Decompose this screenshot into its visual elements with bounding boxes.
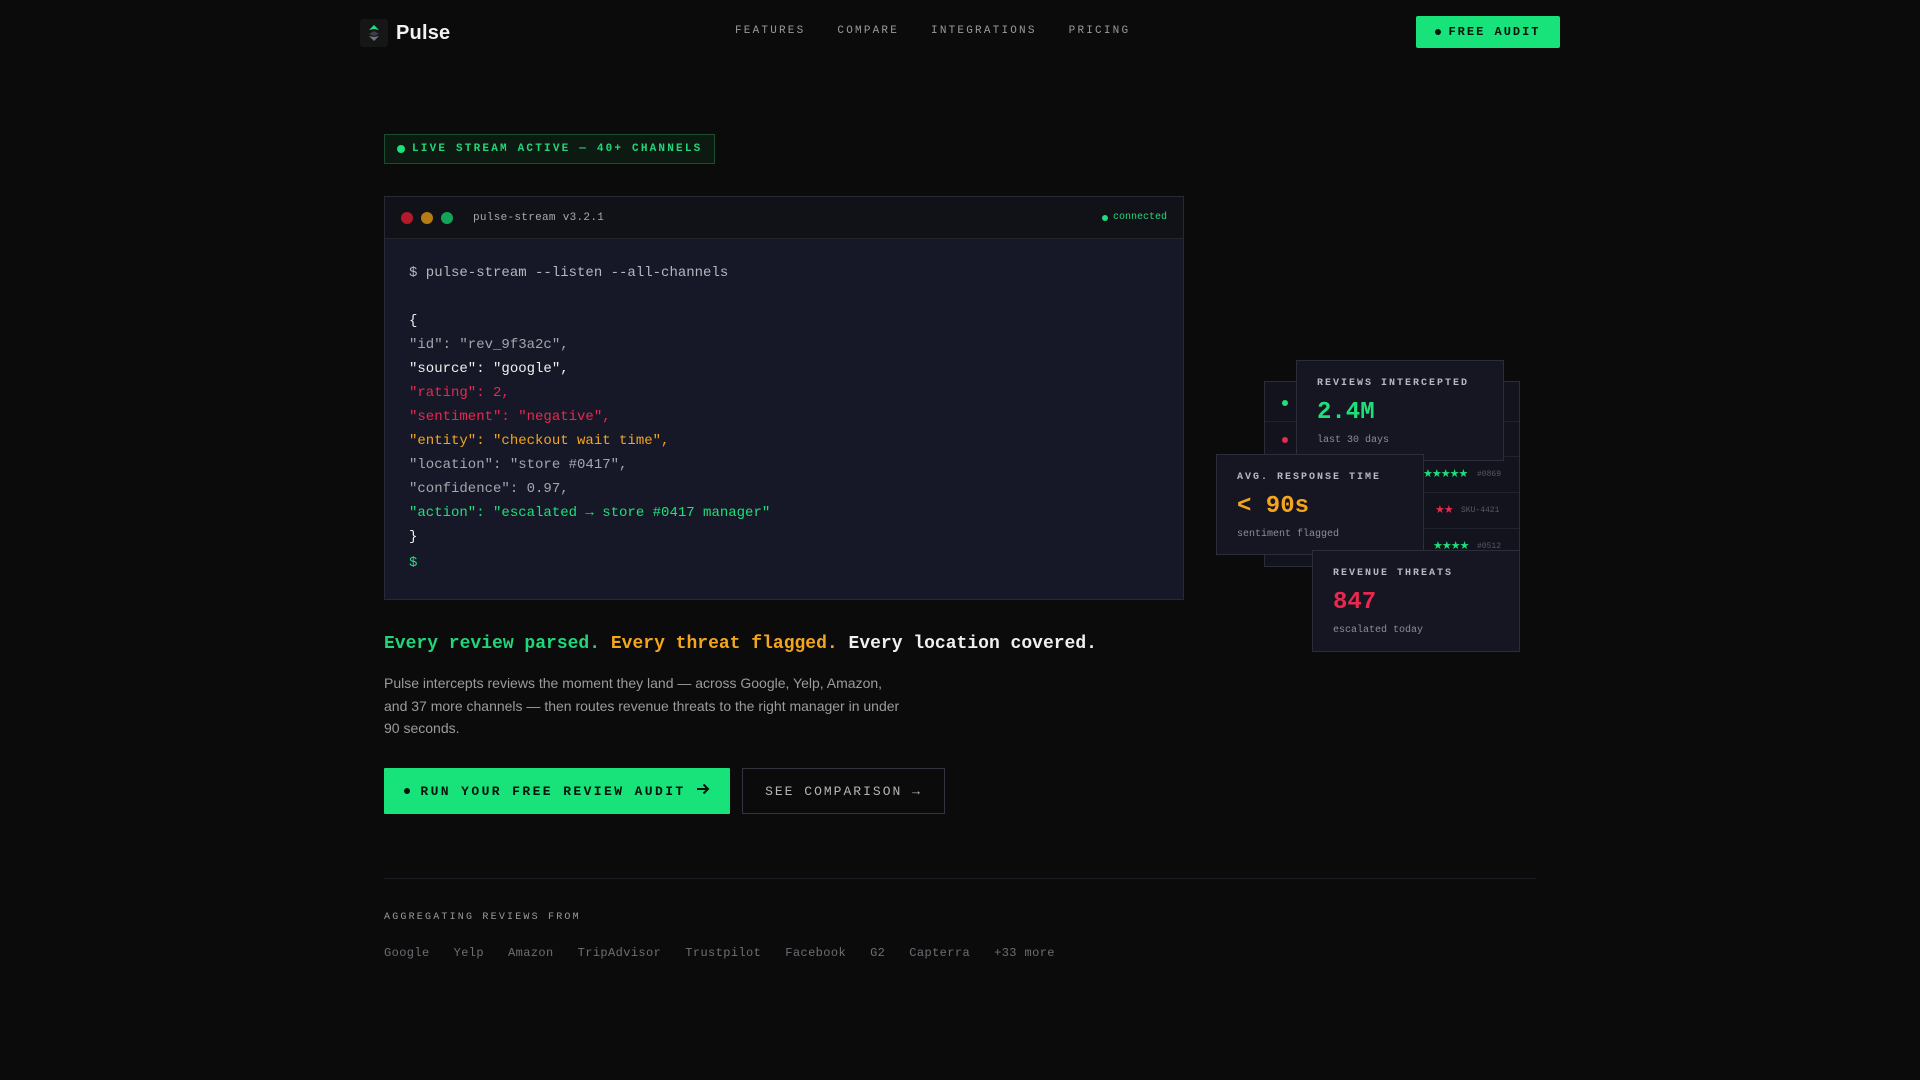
terminal-prompt: $ xyxy=(409,555,418,571)
channel-item: Trustpilot xyxy=(685,946,762,960)
json-entity-line: "entity": "checkout wait time", xyxy=(409,433,670,449)
nav-link-compare[interactable]: COMPARE xyxy=(837,25,899,37)
json-location-line: "location": "store #0417", xyxy=(409,457,628,473)
json-sentiment-line: "sentiment": "negative", xyxy=(409,409,611,425)
channel-item: G2 xyxy=(870,946,886,960)
window-close-dot-icon xyxy=(401,211,413,224)
feed-row-stars: ★★ xyxy=(1435,504,1454,516)
nav-link-pricing[interactable]: PRICING xyxy=(1069,25,1131,37)
json-id-line: "id": "rev_9f3a2c", xyxy=(409,337,569,353)
stat-label: REVIEWS INTERCEPTED xyxy=(1317,378,1470,389)
feed-row-store: #0869 xyxy=(1477,470,1502,479)
json-open-brace: { xyxy=(409,313,418,329)
feed-alert-dot-icon xyxy=(1282,437,1288,443)
stat-label: AVG. RESPONSE TIME xyxy=(1237,472,1382,483)
json-rating-line: "rating": 2, xyxy=(409,385,510,401)
top-nav: Pulse FEATURES COMPARE INTEGRATIONS PRIC… xyxy=(0,0,1920,64)
json-source-line: "source": "google", xyxy=(409,361,569,377)
feed-row-store: SKU-4421 xyxy=(1461,506,1500,515)
section-divider xyxy=(384,878,1536,879)
stat-value: 2.4M xyxy=(1317,399,1375,426)
hero-lead-paragraph: Pulse intercepts reviews the moment they… xyxy=(384,675,900,736)
brand-name: Pulse xyxy=(396,21,451,44)
connection-status: connected xyxy=(1101,212,1167,223)
stat-value: < 90s xyxy=(1237,493,1310,520)
brand-logo-link[interactable]: Pulse xyxy=(360,19,450,47)
dot-icon xyxy=(1435,29,1442,35)
hero-headline: Every review parsed. Every threat flagge… xyxy=(384,634,1097,654)
stat-value: 847 xyxy=(1333,589,1377,616)
window-minimize-dot-icon xyxy=(421,211,433,224)
stat-card-revenue-threats: REVENUE THREATS 847 escalated today xyxy=(1312,550,1520,652)
stat-card-reviews-intercepted: REVIEWS INTERCEPTED 2.4M last 30 days xyxy=(1296,360,1504,461)
nav-link-features[interactable]: FEATURES xyxy=(735,25,805,37)
channel-item: Amazon xyxy=(508,946,554,960)
channel-item: Yelp xyxy=(453,946,485,960)
headline-part-flagged: Every threat flagged. xyxy=(610,634,838,654)
channel-item: Facebook xyxy=(785,946,847,960)
pulse-logo-icon xyxy=(360,19,388,47)
stat-card-response-time: AVG. RESPONSE TIME < 90s sentiment flagg… xyxy=(1216,454,1424,555)
nav-links: FEATURES COMPARE INTEGRATIONS PRICING xyxy=(735,25,1130,37)
see-comparison-button[interactable]: SEE COMPARISON → xyxy=(742,768,945,814)
run-audit-label: RUN YOUR FREE REVIEW AUDIT xyxy=(420,783,686,799)
connection-status-label: connected xyxy=(1112,212,1167,223)
json-confidence-line: "confidence": 0.97, xyxy=(409,481,569,497)
run-free-review-audit-button[interactable]: RUN YOUR FREE REVIEW AUDIT xyxy=(384,768,730,814)
live-status-dot-icon xyxy=(397,145,405,153)
json-close-brace: } xyxy=(409,529,418,545)
terminal-titlebar: pulse-stream v3.2.1 connected xyxy=(385,197,1183,239)
connected-dot-icon xyxy=(1101,214,1108,221)
free-audit-label: FREE AUDIT xyxy=(1448,25,1541,39)
terminal-title: pulse-stream v3.2.1 xyxy=(473,211,605,224)
channel-list: Google Yelp Amazon TripAdvisor Trustpilo… xyxy=(384,946,1055,960)
live-stream-label: LIVE STREAM ACTIVE — 40+ CHANNELS xyxy=(412,143,703,155)
channel-item: Google xyxy=(384,946,430,960)
window-maximize-dot-icon xyxy=(441,211,453,224)
feed-row-stars: ★★★★★ xyxy=(1423,468,1468,480)
nav-link-integrations[interactable]: INTEGRATIONS xyxy=(931,25,1037,37)
terminal-window: pulse-stream v3.2.1 connected $ pulse-st… xyxy=(384,196,1184,600)
json-action-line: "action": "escalated → store #0417 manag… xyxy=(409,505,771,521)
aggregating-label: AGGREGATING REVIEWS FROM xyxy=(384,912,581,923)
feed-live-dot-icon xyxy=(1282,400,1288,406)
headline-part-parsed: Every review parsed. xyxy=(384,634,601,654)
stat-sublabel: last 30 days xyxy=(1317,435,1390,446)
channel-item: Capterra xyxy=(909,946,971,960)
stat-sublabel: escalated today xyxy=(1333,625,1424,636)
headline-part-covered: Every location covered. xyxy=(848,634,1097,654)
terminal-command: $ pulse-stream --listen --all-channels xyxy=(409,265,729,281)
channel-item-more: +33 more xyxy=(994,946,1055,960)
channel-item: TripAdvisor xyxy=(577,946,662,960)
stat-label: REVENUE THREATS xyxy=(1333,568,1454,579)
free-audit-button[interactable]: FREE AUDIT xyxy=(1416,16,1560,48)
arrow-right-icon xyxy=(696,782,710,800)
stat-sublabel: sentiment flagged xyxy=(1237,529,1340,540)
dot-icon xyxy=(404,788,411,794)
live-stream-badge: LIVE STREAM ACTIVE — 40+ CHANNELS xyxy=(384,134,716,164)
terminal-body: $ pulse-stream --listen --all-channels {… xyxy=(385,239,1183,597)
